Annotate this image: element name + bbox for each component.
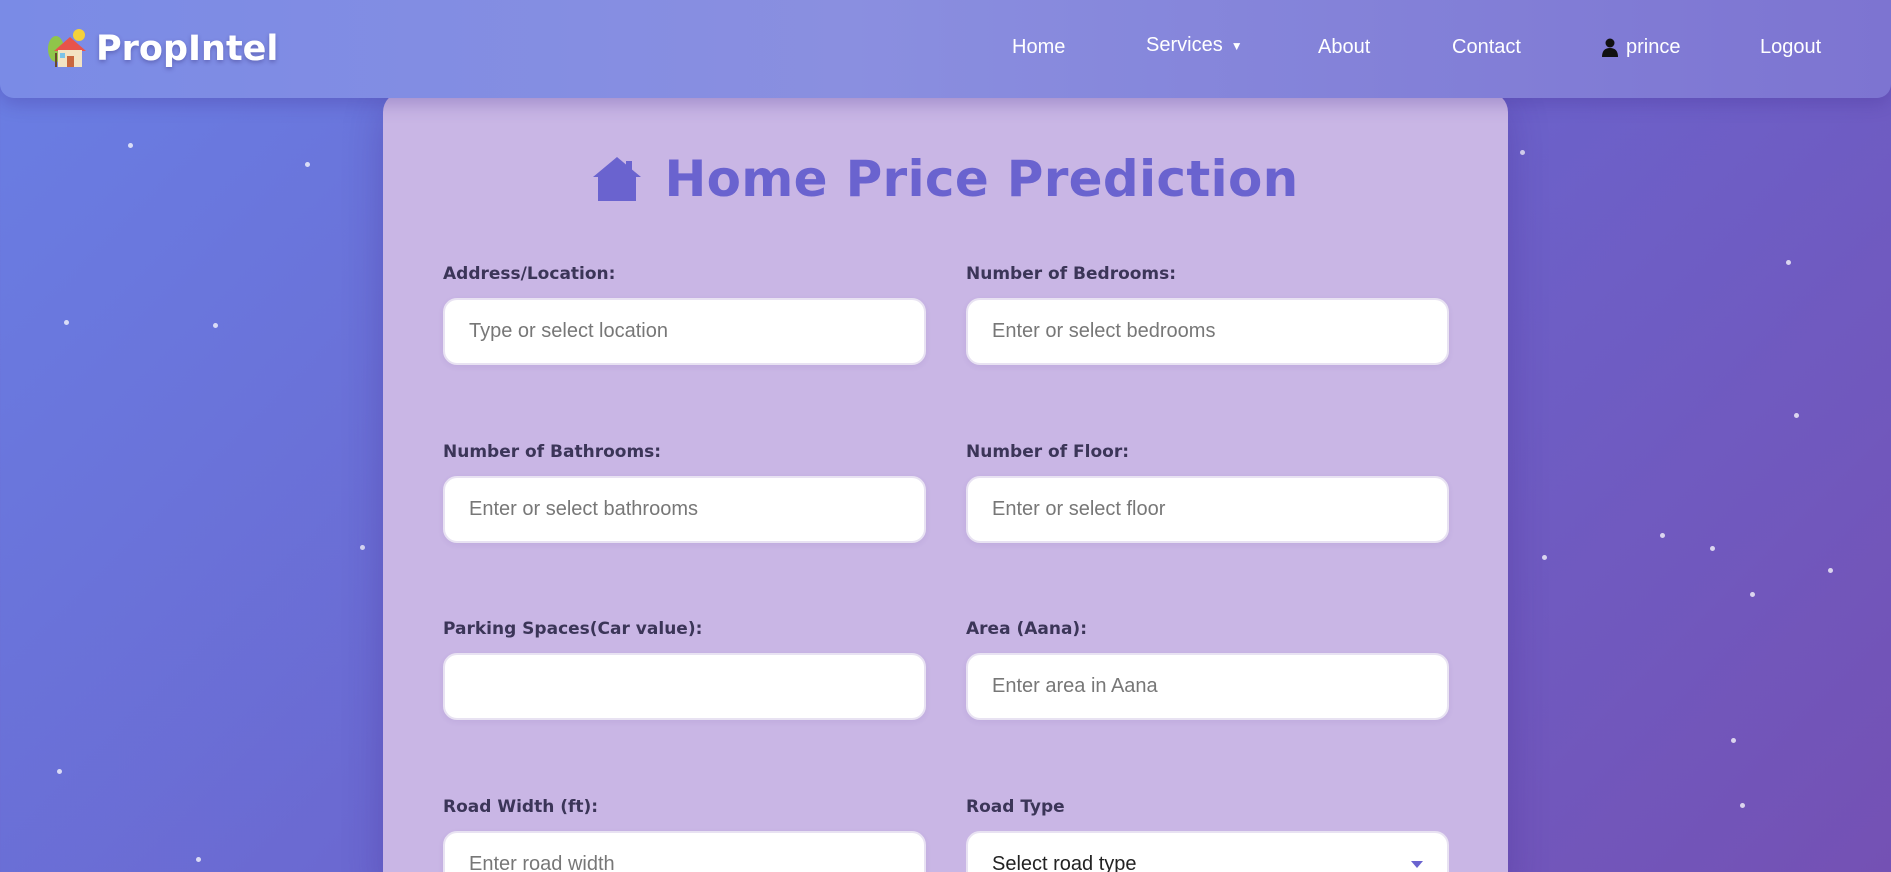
nav-services-link[interactable]: Services ▼ (1146, 34, 1243, 57)
address-field-group: Address/Location: (443, 264, 926, 365)
nav-about-link[interactable]: About (1318, 36, 1370, 59)
bedrooms-label: Number of Bedrooms: (966, 264, 1177, 284)
parking-input[interactable] (443, 653, 926, 720)
parking-label: Parking Spaces(Car value): (443, 619, 703, 639)
nav-services-label: Services (1146, 34, 1223, 56)
navbar: PropIntel Home Services ▼ About Contact … (0, 0, 1891, 98)
road-type-selected-value: Select road type (992, 853, 1137, 872)
area-input[interactable] (966, 653, 1449, 720)
parking-field-group: Parking Spaces(Car value): (443, 619, 926, 720)
bathrooms-label: Number of Bathrooms: (443, 442, 662, 462)
user-icon (1602, 38, 1618, 58)
road-width-label: Road Width (ft): (443, 797, 599, 817)
bathrooms-field-group: Number of Bathrooms: (443, 442, 926, 543)
nav-user-link[interactable]: prince (1602, 36, 1680, 59)
area-field-group: Area (Aana): (966, 619, 1449, 720)
nav-links: Home Services ▼ About Contact prince Log… (0, 0, 1891, 98)
nav-contact-link[interactable]: Contact (1452, 36, 1521, 59)
address-input[interactable] (443, 298, 926, 365)
road-type-select[interactable]: Select road type (966, 831, 1449, 872)
nav-home-link[interactable]: Home (1012, 36, 1065, 59)
prediction-card: Home Price Prediction Address/Location: … (383, 92, 1508, 872)
page-title: Home Price Prediction (664, 150, 1299, 208)
bedrooms-field-group: Number of Bedrooms: (966, 264, 1449, 365)
address-label: Address/Location: (443, 264, 616, 284)
bedrooms-input[interactable] (966, 298, 1449, 365)
house-icon (592, 155, 642, 203)
road-width-input[interactable] (443, 831, 926, 872)
road-width-field-group: Road Width (ft): (443, 797, 926, 872)
nav-logout-link[interactable]: Logout (1760, 36, 1821, 59)
area-label: Area (Aana): (966, 619, 1088, 639)
road-type-label: Road Type (966, 797, 1065, 817)
chevron-down-icon (1411, 861, 1423, 868)
floor-label: Number of Floor: (966, 442, 1130, 462)
road-type-field-group: Road Type Select road type (966, 797, 1449, 872)
floor-field-group: Number of Floor: (966, 442, 1449, 543)
chevron-down-icon: ▼ (1230, 38, 1243, 53)
user-name: prince (1626, 36, 1681, 58)
bathrooms-input[interactable] (443, 476, 926, 543)
floor-input[interactable] (966, 476, 1449, 543)
title-row: Home Price Prediction (383, 150, 1508, 208)
